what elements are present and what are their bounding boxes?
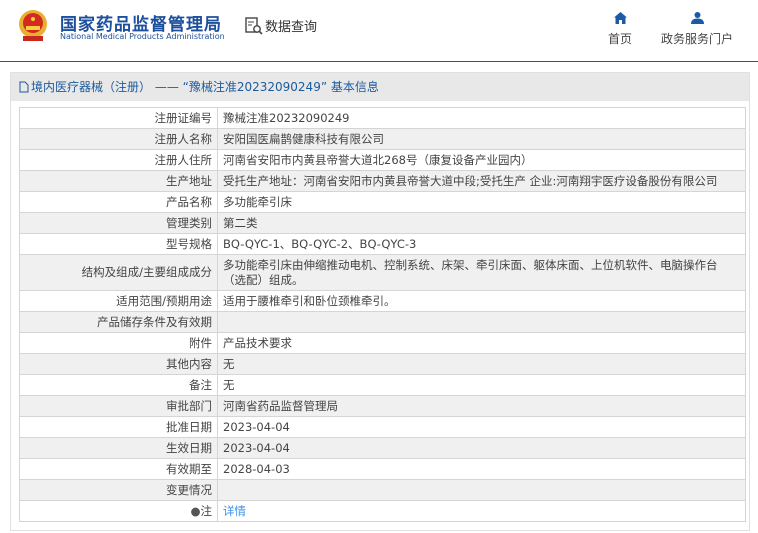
- panel-title-text: 境内医疗器械（注册） —— “豫械注准20232090249” 基本信息: [31, 80, 379, 94]
- details-link[interactable]: 详情: [223, 504, 246, 518]
- table-row: 批准日期 2023-04-04: [19, 416, 746, 438]
- panel-title: 境内医疗器械（注册） —— “豫械注准20232090249” 基本信息: [11, 73, 749, 101]
- table-row: 有效期至 2028-04-03: [19, 458, 746, 480]
- note-label: 注: [200, 503, 213, 518]
- table-row: 适用范围/预期用途 适用于腰椎牵引和卧位颈椎牵引。: [19, 290, 746, 312]
- row-label: 生效日期: [19, 437, 218, 459]
- row-label: 备注: [19, 374, 218, 396]
- bulb-icon: ●: [190, 503, 201, 518]
- row-value: [217, 311, 746, 333]
- document-search-icon: [245, 16, 263, 35]
- row-label: 适用范围/预期用途: [19, 290, 218, 312]
- row-value: 受托生产地址：河南省安阳市内黄县帝誉大道中段;受托生产 企业:河南翔宇医疗设备股…: [217, 170, 746, 192]
- row-label: 批准日期: [19, 416, 218, 438]
- row-value: 2023-04-04: [217, 416, 746, 438]
- row-value: 河南省药品监督管理局: [217, 395, 746, 417]
- row-label: 变更情况: [19, 479, 218, 501]
- row-label: 其他内容: [19, 353, 218, 375]
- row-value: 适用于腰椎牵引和卧位颈椎牵引。: [217, 290, 746, 312]
- data-query-link[interactable]: 数据查询: [245, 16, 317, 35]
- table-row: 产品名称 多功能牵引床: [19, 191, 746, 213]
- user-icon: [690, 12, 704, 24]
- home-icon: [613, 12, 627, 24]
- row-label: 生产地址: [19, 170, 218, 192]
- table-row: 管理类别 第二类: [19, 212, 746, 234]
- row-label: 注册证编号: [19, 107, 218, 129]
- row-value: 河南省安阳市内黄县帝誉大道北268号（康复设备产业园内）: [217, 149, 746, 171]
- row-value: 产品技术要求: [217, 332, 746, 354]
- table-row: 型号规格 BQ-QYC-1、BQ-QYC-2、BQ-QYC-3: [19, 233, 746, 255]
- nav-home[interactable]: 首页: [608, 12, 632, 47]
- row-value: 豫械注准20232090249: [217, 107, 746, 129]
- row-label: 有效期至: [19, 458, 218, 480]
- table-row: 结构及组成/主要组成成分 多功能牵引床由伸缩推动电机、控制系统、床架、牵引床面、躯…: [19, 254, 746, 291]
- row-value: 无: [217, 353, 746, 375]
- table-row: 注册证编号 豫械注准20232090249: [19, 107, 746, 129]
- site-header: 国家药品监督管理局 National Medical Products Admi…: [0, 0, 758, 62]
- row-label: 附件: [19, 332, 218, 354]
- table-row: 变更情况: [19, 479, 746, 501]
- nav-portal-label: 政务服务门户: [661, 32, 734, 46]
- table-row: 备注无: [19, 374, 746, 396]
- row-label: 注册人住所: [19, 149, 218, 171]
- table-row: 附件 产品技术要求: [19, 332, 746, 354]
- row-label: 产品名称: [19, 191, 218, 213]
- data-query-label: 数据查询: [265, 20, 318, 35]
- row-value: [217, 479, 746, 501]
- row-value: 安阳国医扁鹊健康科技有限公司: [217, 128, 746, 150]
- info-panel: 境内医疗器械（注册） —— “豫械注准20232090249” 基本信息 注册证…: [10, 72, 750, 531]
- table-row: 生效日期 2023-04-04: [19, 437, 746, 459]
- row-label: 管理类别: [19, 212, 218, 234]
- table-row: 注册人名称 安阳国医扁鹊健康科技有限公司: [19, 128, 746, 150]
- nav-home-label: 首页: [608, 32, 633, 46]
- row-label: ●注: [19, 500, 218, 522]
- table-row: 审批部门 河南省药品监督管理局: [19, 395, 746, 417]
- info-table: 注册证编号 豫械注准20232090249 注册人名称 安阳国医扁鹊健康科技有限公司注…: [19, 107, 746, 522]
- document-icon: [19, 81, 29, 93]
- table-row: 生产地址 受托生产地址：河南省安阳市内黄县帝誉大道中段;受托生产 企业:河南翔宇医…: [19, 170, 746, 192]
- national-emblem-icon: [19, 10, 47, 41]
- table-row: 注册人住所 河南省安阳市内黄县帝誉大道北268号（康复设备产业园内）: [19, 149, 746, 171]
- row-value: 2028-04-03: [217, 458, 746, 480]
- row-value: 2023-04-04: [217, 437, 746, 459]
- row-label: 审批部门: [19, 395, 218, 417]
- table-row: 产品储存条件及有效期: [19, 311, 746, 333]
- nav-government-portal[interactable]: 政务服务门户: [661, 12, 733, 47]
- brand-subtitle: National Medical Products Administration: [60, 32, 225, 41]
- row-value: 详情: [217, 500, 746, 522]
- row-label: 产品储存条件及有效期: [19, 311, 218, 333]
- row-label: 注册人名称: [19, 128, 218, 150]
- row-value: 无: [217, 374, 746, 396]
- row-value: 多功能牵引床: [217, 191, 746, 213]
- row-value: 第二类: [217, 212, 746, 234]
- row-label: 型号规格: [19, 233, 218, 255]
- row-label: 结构及组成/主要组成成分: [19, 254, 218, 291]
- table-row-note: ●注 详情: [19, 500, 746, 522]
- row-value: BQ-QYC-1、BQ-QYC-2、BQ-QYC-3: [217, 233, 746, 255]
- row-value: 多功能牵引床由伸缩推动电机、控制系统、床架、牵引床面、躯体床面、上位机软件、电脑…: [217, 254, 746, 291]
- table-row: 其他内容无: [19, 353, 746, 375]
